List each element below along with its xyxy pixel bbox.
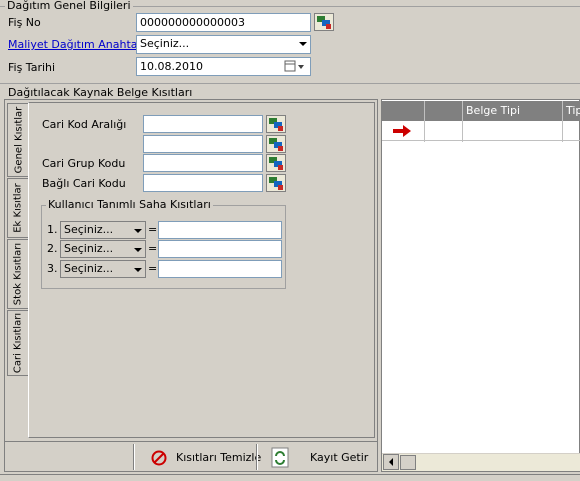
bagli-cari-kodu-input[interactable]: [143, 174, 263, 192]
tab-stok-kisitlari[interactable]: Stok Kısıtları: [7, 239, 29, 309]
cari-grup-kodu-input[interactable]: [143, 154, 263, 172]
lookup-icon: [269, 118, 283, 131]
cari-kod-from-lookup-button[interactable]: [266, 115, 286, 133]
button-separator: [256, 444, 258, 470]
calendar-button[interactable]: [284, 59, 308, 74]
fis-no-label: Fiş No: [8, 16, 41, 29]
calendar-icon: [284, 60, 304, 72]
button-separator: [133, 444, 135, 470]
chevron-down-icon: [134, 229, 142, 233]
user-row-select[interactable]: Seçiniz...: [60, 240, 146, 258]
cari-grup-kodu-label: Cari Grup Kodu: [42, 157, 126, 170]
user-row-select[interactable]: Seçiniz...: [60, 260, 146, 278]
bagli-cari-kodu-lookup-button[interactable]: [266, 174, 286, 192]
current-row-arrow-icon: [393, 125, 411, 137]
refresh-icon: [271, 447, 289, 468]
clear-restrictions-button[interactable]: Kısıtları Temizle: [148, 445, 261, 471]
cari-kod-to-lookup-button[interactable]: [266, 135, 286, 153]
tab-ek-kisitlar[interactable]: Ek Kısıtlar: [7, 178, 29, 238]
lookup-icon: [269, 138, 283, 151]
grid-header-cell: [382, 101, 425, 121]
lookup-icon: [269, 177, 283, 190]
fis-no-lookup-button[interactable]: [314, 13, 334, 31]
user-row-value-input[interactable]: [158, 221, 282, 239]
chevron-left-icon: [389, 458, 393, 466]
records-grid[interactable]: [381, 99, 580, 472]
panel-divider: [0, 83, 580, 84]
anahtar-link[interactable]: Maliyet Dağıtım Anahtarı: [8, 38, 145, 52]
user-row-equals: =: [148, 262, 158, 275]
tab-genel-kisitlar[interactable]: Genel Kısıtlar: [7, 103, 29, 177]
panel-title: Dağıtılacak Kaynak Belge Kısıtları: [8, 86, 193, 99]
fis-tarihi-value: 10.08.2010: [140, 60, 203, 73]
bottom-edge: [0, 474, 580, 481]
grid-header-cell: [425, 101, 463, 121]
grid-header-tip[interactable]: Tip: [563, 101, 580, 121]
bagli-cari-kodu-label: Bağlı Cari Kodu: [42, 177, 126, 190]
fetch-records-label: Kayıt Getir: [310, 451, 369, 464]
lookup-icon: [317, 16, 331, 29]
cari-grup-kodu-lookup-button[interactable]: [266, 154, 286, 172]
user-row-number: 1.: [47, 223, 58, 236]
section-title: Dağıtım Genel Bilgileri: [5, 0, 133, 13]
user-row-value-input[interactable]: [158, 260, 282, 278]
fis-no-input[interactable]: 000000000000003: [136, 13, 311, 32]
user-row-number: 3.: [47, 262, 58, 275]
anahtar-select[interactable]: Seçiniz...: [136, 35, 311, 54]
grid-cell[interactable]: [425, 121, 463, 142]
user-row-number: 2.: [47, 242, 58, 255]
user-group-title: Kullanıcı Tanımlı Saha Kısıtları: [46, 198, 213, 212]
chevron-down-icon: [134, 268, 142, 272]
tab-cari-kisitlari[interactable]: Cari Kısıtları: [7, 310, 29, 376]
row-indicator-cell: [382, 121, 425, 142]
no-entry-icon: [151, 450, 167, 466]
fis-tarihi-label: Fiş Tarihi: [8, 61, 56, 74]
grid-header-belge-tipi[interactable]: Belge Tipi: [463, 101, 563, 121]
user-row-equals: =: [148, 242, 158, 255]
user-row-select[interactable]: Seçiniz...: [60, 221, 146, 239]
user-row-equals: =: [148, 223, 158, 236]
chevron-down-icon: [134, 248, 142, 252]
scroll-left-button[interactable]: [383, 454, 399, 470]
clear-restrictions-label: Kısıtları Temizle: [176, 451, 262, 464]
anahtar-select-value: Seçiniz...: [140, 37, 190, 50]
fetch-records-button[interactable]: Kayıt Getir: [266, 445, 370, 471]
grid-cell[interactable]: [463, 121, 563, 142]
chevron-down-icon: [299, 42, 307, 46]
cari-kod-to-input[interactable]: [143, 135, 263, 153]
lookup-icon: [269, 157, 283, 170]
cari-kod-araligi-label: Cari Kod Aralığı: [42, 118, 127, 131]
scroll-thumb[interactable]: [400, 455, 416, 470]
cari-kod-from-input[interactable]: [143, 115, 263, 133]
user-row-value-input[interactable]: [158, 240, 282, 258]
